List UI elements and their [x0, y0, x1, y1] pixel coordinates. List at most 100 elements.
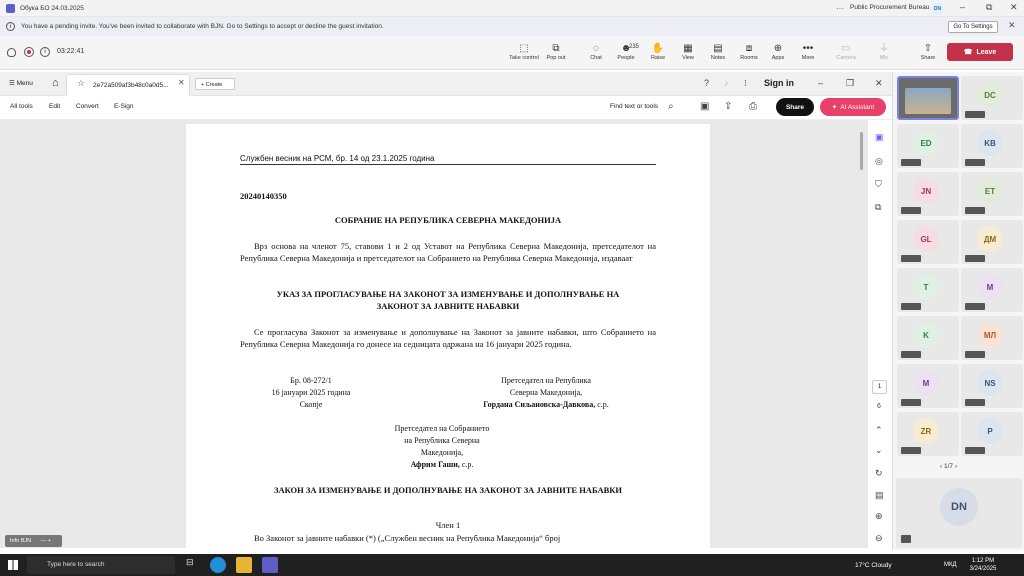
go-to-settings-button[interactable]: Go To Settings — [948, 21, 998, 33]
participant-tile[interactable]: ET — [961, 172, 1023, 216]
file-explorer-icon[interactable] — [236, 557, 252, 573]
sign-in-button[interactable]: Sign in — [764, 78, 794, 88]
star-icon[interactable]: ☆ — [77, 78, 85, 89]
participant-tile[interactable]: NS — [961, 364, 1023, 408]
org-name[interactable]: Public Procurement Bureau — [850, 4, 930, 11]
scrollbar[interactable] — [860, 132, 863, 170]
tool-more[interactable]: ••• More — [792, 42, 824, 61]
tool-label: Apps — [771, 55, 785, 61]
ai-comment-icon[interactable]: ▣ — [875, 132, 884, 143]
teams-icon[interactable] — [262, 557, 278, 573]
chevron-up-icon[interactable]: ⌃ — [875, 425, 883, 436]
self-video-tile[interactable]: DN — [896, 478, 1022, 548]
close-icon[interactable]: ✕ — [875, 78, 883, 89]
comment-icon[interactable]: ◎ — [875, 156, 883, 167]
save-icon[interactable]: ▣ — [700, 101, 709, 112]
participant-tile[interactable]: DC — [961, 76, 1023, 120]
weather-text[interactable]: 17°C Cloudy — [855, 562, 892, 569]
tool-pop-out[interactable]: ⧉ Pop out — [540, 42, 572, 61]
leave-button[interactable]: ☎ Leave — [947, 43, 1013, 61]
tool-chat[interactable]: ◌ Chat — [580, 42, 612, 61]
bell-icon[interactable]: ♪ — [724, 78, 729, 88]
participant-tile[interactable]: ED — [897, 124, 959, 168]
meeting-toolbar: i 03:22:41 ⬚ Take control ⧉ Pop out ◌ Chat ☻ 23… — [0, 36, 1024, 70]
upload-icon[interactable]: ⇪ — [724, 101, 732, 112]
restore-icon[interactable]: ❐ — [846, 78, 854, 89]
pdf-page[interactable]: Службен весник на РСМ, бр. 14 од 23.1.20… — [186, 124, 710, 548]
assembly-heading: СОБРАНИЕ НА РЕПУБЛИКА СЕВЕРНА МАКЕДОНИЈА — [334, 215, 562, 225]
create-button[interactable]: + Create — [195, 78, 235, 90]
apps-icon[interactable]: ⁝ — [744, 78, 747, 89]
tool-mic[interactable]: ⏚ Mic — [868, 42, 900, 61]
tool-apps[interactable]: ⊕ Apps — [762, 42, 794, 61]
tool-share[interactable]: ⇧ Share — [912, 42, 944, 61]
participant-tile[interactable]: T — [897, 268, 959, 312]
all-tools-menu[interactable]: All tools — [10, 103, 33, 110]
tool-label: Rooms — [740, 55, 758, 61]
participant-tile[interactable]: ZR — [897, 412, 959, 456]
tool-take-control[interactable]: ⬚ Take control — [508, 42, 540, 61]
find-text-button[interactable]: Find text or tools — [610, 103, 658, 110]
tool-camera[interactable]: ▭ Camera — [830, 42, 862, 61]
menu-button[interactable]: ☰ Menu — [9, 79, 33, 87]
convert-menu[interactable]: Convert — [76, 103, 99, 110]
windows-start-icon[interactable] — [8, 560, 18, 570]
zoom-in-icon[interactable]: ⊕ — [875, 511, 883, 522]
help-icon[interactable]: ? — [704, 78, 709, 88]
mic-muted-icon — [901, 535, 911, 543]
chevron-down-icon[interactable]: ⌄ — [875, 445, 883, 456]
close-icon[interactable]: ✕ — [1010, 2, 1018, 13]
minimize-icon[interactable]: – — [818, 78, 823, 88]
search-icon[interactable]: ⌕ — [668, 101, 674, 112]
info-bjn-label[interactable]: Info BJN — + — [5, 535, 62, 547]
pages-icon[interactable]: ⧉ — [875, 202, 881, 213]
home-icon[interactable]: ⌂ — [52, 77, 59, 89]
participant-tile[interactable]: JN — [897, 172, 959, 216]
participant-tile[interactable]: K — [897, 316, 959, 360]
tool-label: People — [617, 55, 635, 61]
document-icon[interactable]: ▤ — [875, 490, 884, 501]
info-icon[interactable]: i — [40, 47, 50, 57]
print-icon[interactable]: ⎙ — [749, 101, 757, 112]
tool-raise[interactable]: ✋ Raise — [642, 42, 674, 61]
tool-notes[interactable]: ▤ Notes — [702, 42, 734, 61]
edit-menu[interactable]: Edit — [49, 103, 60, 110]
taskbar-search[interactable]: Type here to search — [27, 556, 175, 574]
tool-label: Take control — [509, 55, 539, 61]
tool-view[interactable]: ▦ View — [672, 42, 704, 61]
tab-bar: ☰ Menu ⌂ 2e72a509af3b48c0a0d5... ☆ ✕ + C… — [0, 72, 892, 96]
close-banner-icon[interactable]: ✕ — [1008, 20, 1016, 31]
tool-rooms[interactable]: ⧈ Rooms — [733, 42, 765, 61]
pop-out-icon: ⧉ — [552, 43, 560, 54]
bookmark-icon[interactable]: ⛉ — [875, 179, 882, 190]
maximize-icon[interactable]: ⧉ — [986, 2, 992, 13]
participant-tile[interactable]: M — [897, 364, 959, 408]
close-tab-icon[interactable]: ✕ — [178, 78, 185, 87]
participant-tile[interactable]: KB — [961, 124, 1023, 168]
participant-tile[interactable]: P — [961, 412, 1023, 456]
ai-assistant-button[interactable]: ✦ AI Assistant — [820, 98, 886, 116]
more-options-icon[interactable]: ··· — [836, 4, 844, 13]
minimize-icon[interactable]: – — [960, 2, 965, 12]
participant-tile[interactable]: GL — [897, 220, 959, 264]
esign-menu[interactable]: E-Sign — [114, 103, 134, 110]
gallery-pager[interactable]: ‹ 1/7 › — [940, 463, 957, 470]
recording-icon[interactable] — [24, 47, 34, 57]
tool-people[interactable]: ☻ 235 People — [610, 42, 642, 61]
video-tile[interactable] — [897, 76, 959, 120]
zoom-out-icon[interactable]: ⊖ — [875, 533, 883, 544]
participant-tile[interactable]: ДМ — [961, 220, 1023, 264]
clock[interactable]: 1:12 PM 3/24/2025 — [967, 557, 999, 573]
shield-icon[interactable] — [7, 48, 16, 57]
more-icon: ••• — [802, 43, 814, 54]
participant-tile[interactable]: M — [961, 268, 1023, 312]
edge-icon[interactable] — [210, 557, 226, 573]
page-number-input[interactable]: 1 — [872, 380, 887, 394]
share-button[interactable]: Share — [776, 98, 814, 116]
participant-tile[interactable]: МЛ — [961, 316, 1023, 360]
paragraph-1: Врз основа на членот 75, ставови 1 и 2 о… — [240, 241, 656, 263]
avatar[interactable]: DN — [932, 3, 943, 14]
refresh-icon[interactable]: ↻ — [875, 468, 883, 479]
language-indicator[interactable]: МКД — [944, 562, 957, 568]
task-view-icon[interactable]: ⊟ — [186, 557, 202, 573]
